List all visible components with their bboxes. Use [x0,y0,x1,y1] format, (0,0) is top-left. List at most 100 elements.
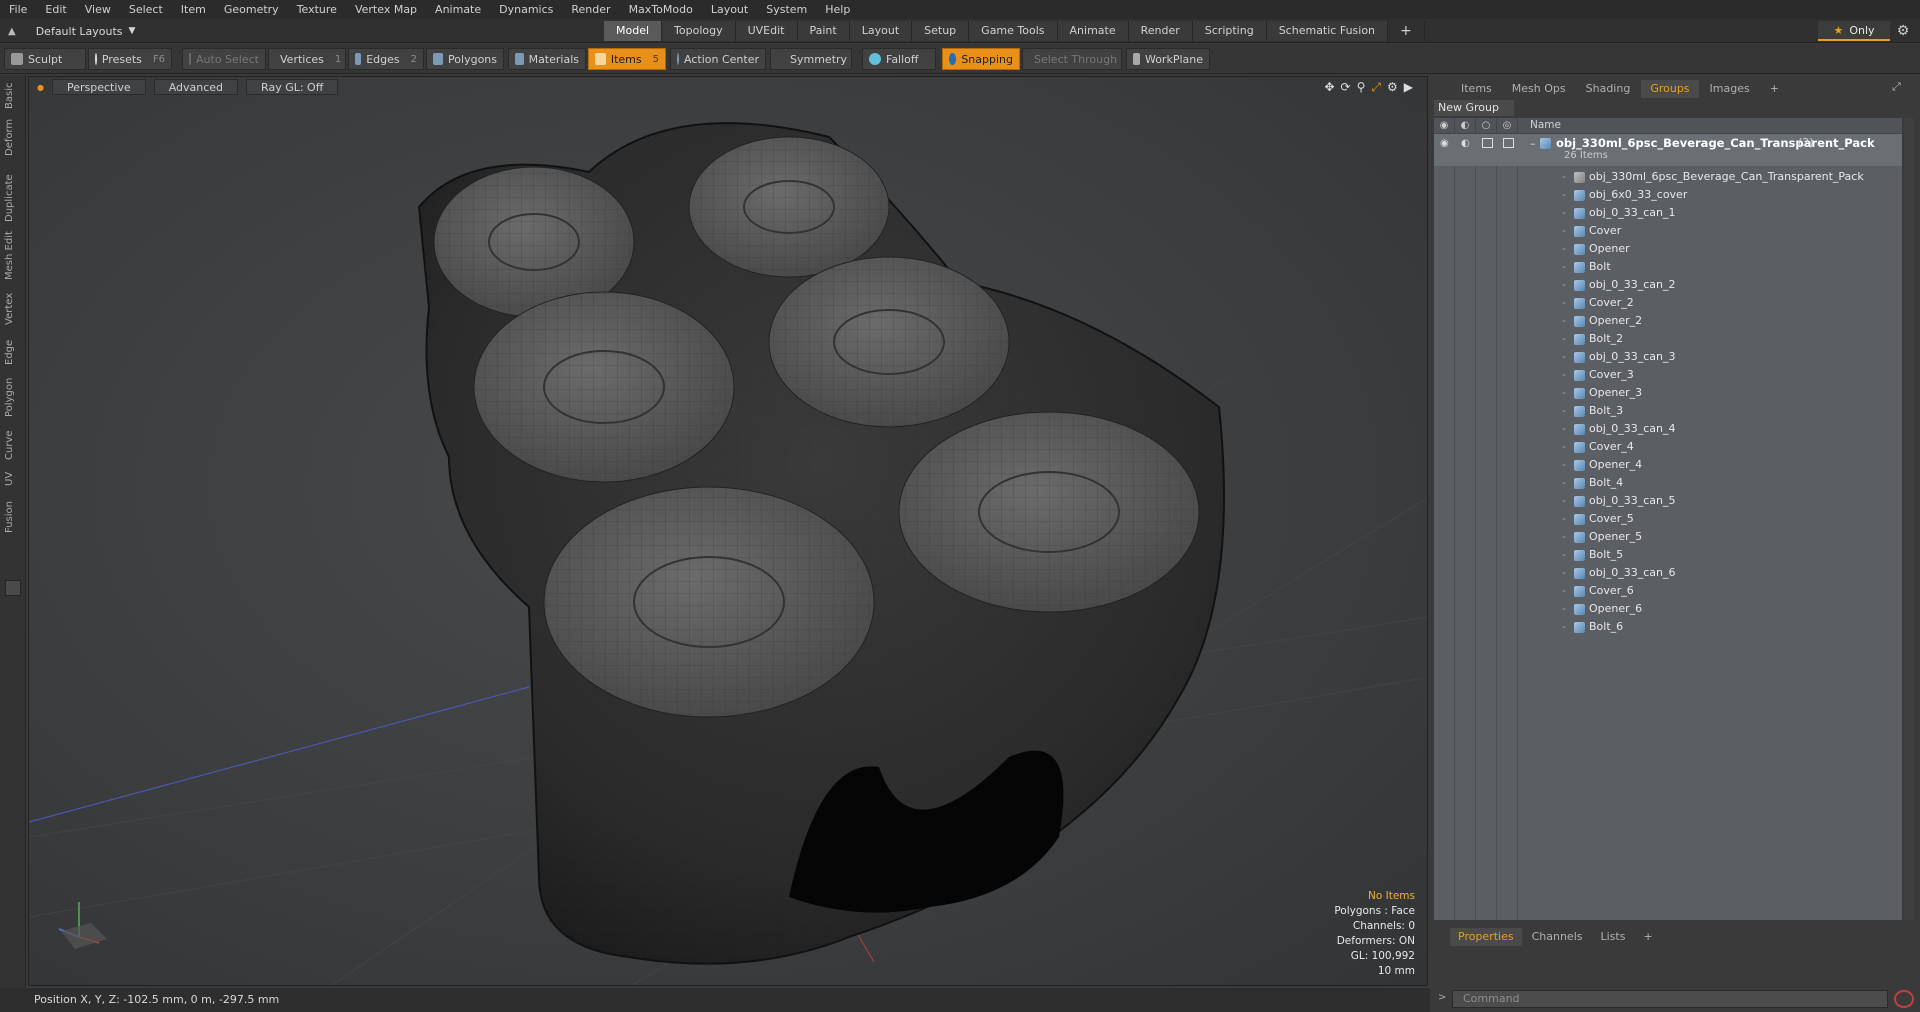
command-input[interactable]: Command [1452,990,1888,1008]
add-tab-button[interactable]: + [1388,21,1425,41]
3d-viewport[interactable]: ● Perspective Advanced Ray GL: Off ✥ ⟳ ⚲… [28,76,1428,986]
left-tab-duplicate[interactable]: Duplicate [4,173,22,223]
sculpt-button[interactable]: Sculpt [4,48,86,70]
items-button[interactable]: Items 5 [588,48,666,70]
list-item[interactable]: - Bolt_4 [1562,474,1623,492]
group-eye-icon[interactable]: ◉ [1440,138,1449,149]
list-item[interactable]: - Cover_5 [1562,510,1634,528]
tab-lists[interactable]: Lists [1593,928,1634,946]
menu-animate[interactable]: Animate [426,3,490,16]
only-button[interactable]: ★ Only [1818,21,1890,41]
perspective-button[interactable]: Perspective [51,79,146,95]
group-lock-icon[interactable]: ◐ [1461,138,1470,149]
menu-edit[interactable]: Edit [36,3,75,16]
list-item[interactable]: - Cover_2 [1562,294,1634,312]
left-tab-basic[interactable]: Basic [4,81,22,111]
menu-select[interactable]: Select [120,3,172,16]
left-tab-vertex[interactable]: Vertex [4,291,22,327]
tab-animate[interactable]: Animate [1057,21,1129,41]
tab-mesh-ops[interactable]: Mesh Ops [1503,80,1575,98]
tab-schematic-fusion[interactable]: Schematic Fusion [1266,21,1389,41]
list-scrollbar[interactable] [1904,118,1914,920]
tab-groups[interactable]: Groups [1641,80,1699,98]
left-tab-edge[interactable]: Edge [4,337,22,367]
tab-render[interactable]: Render [1128,21,1193,41]
menu-vertex-map[interactable]: Vertex Map [346,3,426,16]
menu-view[interactable]: View [76,3,120,16]
tab-topology[interactable]: Topology [662,21,736,41]
raygl-button[interactable]: Ray GL: Off [246,79,339,95]
gear-icon[interactable]: ⚙ [1894,22,1912,40]
list-item[interactable]: - Opener_4 [1562,456,1642,474]
left-tab-mesh-edit[interactable]: Mesh Edit [4,230,22,282]
list-item[interactable]: - Bolt_3 [1562,402,1623,420]
add-bottom-tab-button[interactable]: + [1635,928,1660,946]
vertices-button[interactable]: Vertices 1 [268,48,346,70]
collapse-icon[interactable]: ▲ [8,26,16,37]
tab-uvedit[interactable]: UVEdit [735,21,798,41]
group-select-checkbox[interactable] [1482,138,1493,148]
list-item[interactable]: - obj_6x0_33_cover [1562,186,1687,204]
list-item[interactable]: - Bolt_2 [1562,330,1623,348]
zoom-view-icon[interactable]: ⚲ [1357,80,1366,95]
group-row[interactable]: ◉ ◐ – obj_330ml_6psc_Beverage_Can_Transp… [1434,134,1902,166]
menu-dynamics[interactable]: Dynamics [490,3,562,16]
list-item[interactable]: - Opener [1562,240,1630,258]
eye-icon[interactable]: ◉ [1434,118,1455,134]
panel-expand-icon[interactable]: ⤢ [1892,80,1901,94]
tab-properties[interactable]: Properties [1450,928,1522,946]
add-panel-tab-button[interactable]: + [1761,80,1788,98]
viewport-expand-icon[interactable]: ▶ [1404,80,1413,95]
menu-geometry[interactable]: Geometry [215,3,288,16]
list-item[interactable]: - Cover_4 [1562,438,1634,456]
tab-items[interactable]: Items [1452,80,1501,98]
polygons-button[interactable]: Polygons [426,48,504,70]
list-item[interactable]: - Bolt [1562,258,1611,276]
list-item[interactable]: - Opener_2 [1562,312,1642,330]
menu-item[interactable]: Item [172,3,215,16]
menu-maxtomodo[interactable]: MaxToModo [620,3,702,16]
list-item[interactable]: - Bolt_6 [1562,618,1623,636]
new-group-button[interactable]: New Group [1434,100,1514,116]
tab-scripting[interactable]: Scripting [1192,21,1267,41]
falloff-button[interactable]: Falloff [862,48,936,70]
left-tab-polygon[interactable]: Polygon [4,375,22,419]
list-item[interactable]: - obj_330ml_6psc_Beverage_Can_Transparent… [1562,168,1864,186]
auto-select-button[interactable]: Auto Select [182,48,266,70]
left-tab-curve[interactable]: Curve [4,429,22,461]
list-item[interactable]: - obj_0_33_can_1 [1562,204,1676,222]
left-panel-toggle[interactable] [5,580,21,596]
name-column-header[interactable]: Name [1530,119,1561,131]
edges-button[interactable]: Edges 2 [348,48,424,70]
menu-render[interactable]: Render [562,3,619,16]
left-tab-uv[interactable]: UV [4,469,22,489]
fit-view-icon[interactable]: ⤢ [1371,80,1381,95]
action-center-button[interactable]: Action Center [670,48,766,70]
list-item[interactable]: - obj_0_33_can_6 [1562,564,1676,582]
tab-images[interactable]: Images [1701,80,1759,98]
symmetry-button[interactable]: Symmetry [770,48,852,70]
list-item[interactable]: - obj_0_33_can_2 [1562,276,1676,294]
menu-help[interactable]: Help [816,3,859,16]
render-toggle-icon[interactable]: ◎ [1497,118,1518,134]
list-item[interactable]: - Cover_6 [1562,582,1634,600]
list-item[interactable]: - Cover_3 [1562,366,1634,384]
materials-button[interactable]: Materials [508,48,586,70]
list-item[interactable]: - Opener_5 [1562,528,1642,546]
rotate-view-icon[interactable]: ⟳ [1341,80,1351,95]
advanced-button[interactable]: Advanced [153,79,239,95]
left-tab-fusion[interactable]: Fusion [4,499,22,535]
menu-texture[interactable]: Texture [288,3,346,16]
left-tab-deform[interactable]: Deform [4,117,22,157]
viewport-menu-dot-icon[interactable]: ● [37,83,44,92]
menu-file[interactable]: File [0,3,36,16]
select-through-button[interactable]: Select Through [1022,48,1122,70]
move-view-icon[interactable]: ✥ [1324,80,1334,95]
tab-channels[interactable]: Channels [1524,928,1591,946]
viewport-gear-icon[interactable]: ⚙ [1387,80,1398,95]
presets-button[interactable]: Presets F6 [88,48,172,70]
group-collapse-icon[interactable]: – [1530,137,1536,150]
menu-layout[interactable]: Layout [702,3,757,16]
list-item[interactable]: - Opener_6 [1562,600,1642,618]
lock-icon[interactable]: ◐ [1455,118,1476,134]
